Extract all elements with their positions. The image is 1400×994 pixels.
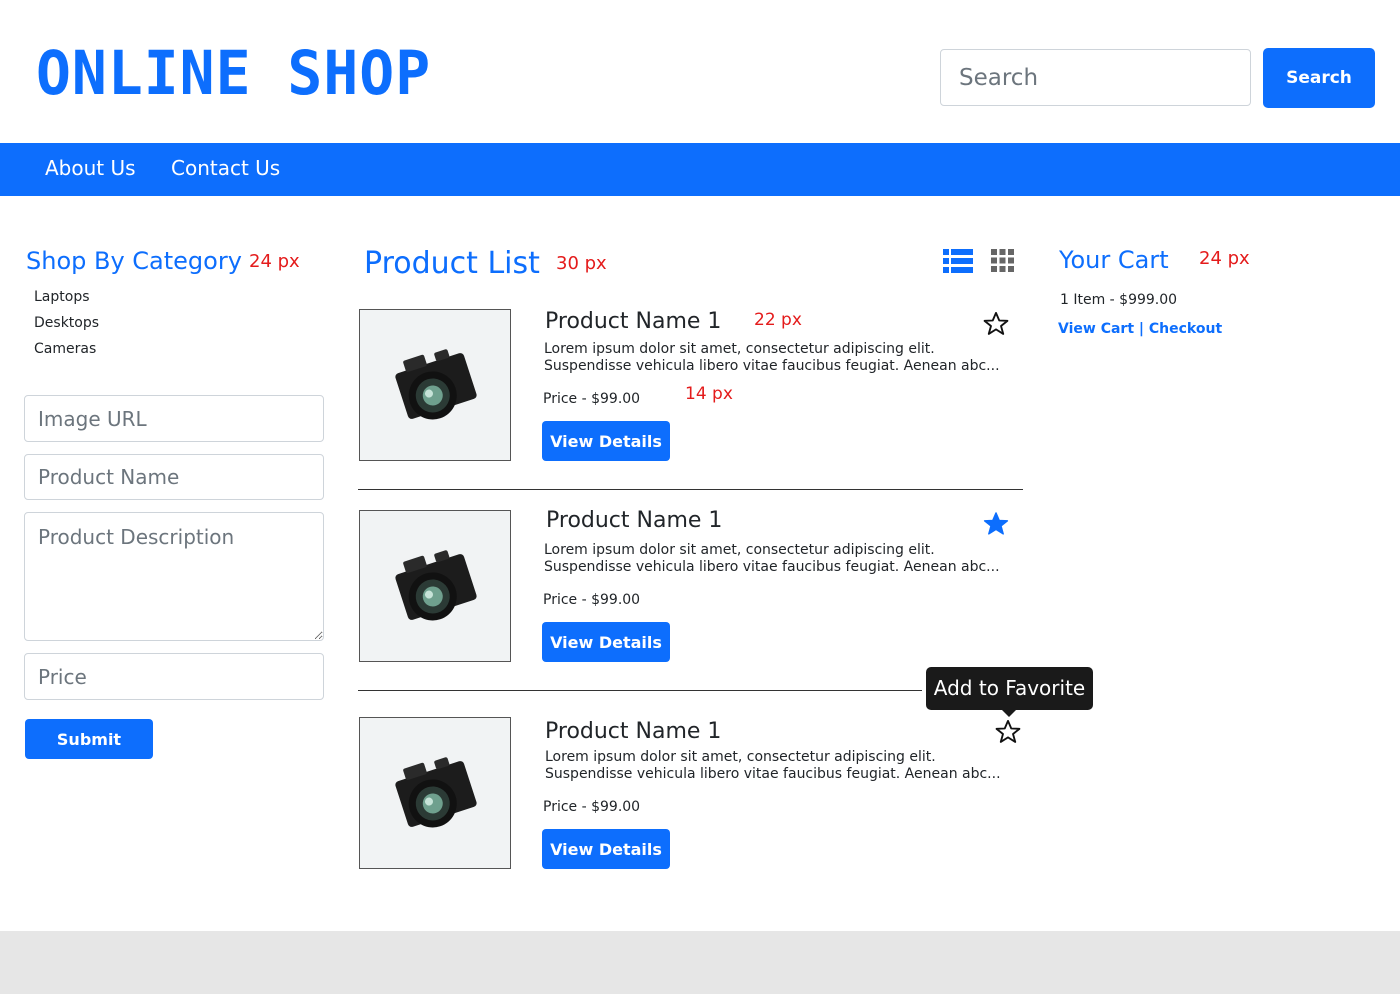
nav-contact-us[interactable]: Contact Us xyxy=(171,156,280,180)
main-navbar: About Us Contact Us xyxy=(0,143,1400,196)
star-outline-icon[interactable] xyxy=(994,718,1022,746)
product-price: Price - $99.00 xyxy=(543,592,641,608)
product-description-input[interactable] xyxy=(24,512,324,641)
checkout-link[interactable]: Checkout xyxy=(1149,321,1222,337)
size-annotation-category: 24 px xyxy=(249,251,300,272)
tooltip-arrow xyxy=(1001,709,1017,717)
star-outline-icon[interactable] xyxy=(982,310,1010,338)
search-input[interactable] xyxy=(940,49,1251,106)
product-card: Product Name 1 Lorem ipsum dolor sit ame… xyxy=(358,717,1023,877)
list-view-icon[interactable] xyxy=(943,249,973,273)
product-list-title: Product List xyxy=(364,246,540,281)
image-url-input[interactable] xyxy=(24,395,324,442)
view-details-button[interactable]: View Details xyxy=(542,421,670,461)
product-name[interactable]: Product Name 1 xyxy=(545,719,721,744)
product-name[interactable]: Product Name 1 xyxy=(546,508,722,533)
camera-image[interactable] xyxy=(359,717,511,869)
camera-image[interactable] xyxy=(359,510,511,662)
grid-view-icon[interactable] xyxy=(991,249,1014,272)
product-card: Product Name 1 Lorem ipsum dolor sit ame… xyxy=(358,508,1023,670)
price-input[interactable] xyxy=(24,653,324,700)
product-name[interactable]: Product Name 1 xyxy=(545,309,721,334)
size-annotation-name: 22 px xyxy=(754,310,802,330)
product-card: Product Name 1 22 px Lorem ipsum dolor s… xyxy=(358,309,1023,469)
product-price: Price - $99.00 xyxy=(543,391,641,407)
camera-image[interactable] xyxy=(359,309,511,461)
cart-links: View Cart | Checkout xyxy=(1058,321,1222,337)
view-details-button[interactable]: View Details xyxy=(542,622,670,662)
search-button[interactable]: Search xyxy=(1263,48,1375,108)
star-filled-icon[interactable] xyxy=(982,510,1010,538)
category-desktops[interactable]: Desktops xyxy=(34,315,99,331)
product-description: Lorem ipsum dolor sit amet, consectetur … xyxy=(544,542,1000,575)
product-divider xyxy=(358,489,1023,490)
cart-link-separator: | xyxy=(1138,321,1145,337)
product-price: Price - $99.00 xyxy=(543,799,641,815)
favorite-tooltip: Add to Favorite xyxy=(926,667,1093,710)
category-cameras[interactable]: Cameras xyxy=(34,341,96,357)
product-divider xyxy=(358,690,922,691)
category-laptops[interactable]: Laptops xyxy=(34,289,90,305)
view-details-button[interactable]: View Details xyxy=(542,829,670,869)
product-description: Lorem ipsum dolor sit amet, consectetur … xyxy=(545,749,1001,782)
nav-about-us[interactable]: About Us xyxy=(45,156,136,180)
size-annotation-list: 30 px xyxy=(556,253,607,274)
product-description: Lorem ipsum dolor sit amet, consectetur … xyxy=(544,341,1000,374)
submit-button[interactable]: Submit xyxy=(25,719,153,759)
category-title: Shop By Category xyxy=(26,247,242,275)
size-annotation-cart: 24 px xyxy=(1199,248,1250,269)
page-footer xyxy=(0,931,1400,994)
view-cart-link[interactable]: View Cart xyxy=(1058,321,1134,337)
cart-summary: 1 Item - $999.00 xyxy=(1060,292,1178,308)
cart-title: Your Cart xyxy=(1059,246,1169,274)
site-logo[interactable]: ONLINE SHOP xyxy=(36,38,431,107)
product-name-input[interactable] xyxy=(24,454,324,500)
size-annotation-price: 14 px xyxy=(685,384,733,404)
